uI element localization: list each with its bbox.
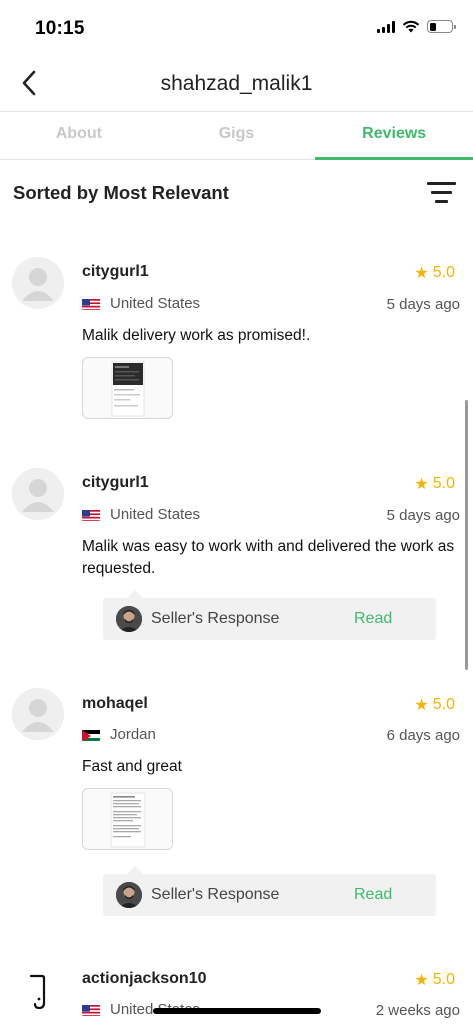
reviewer-name[interactable]: actionjackson10 bbox=[82, 970, 207, 988]
review-date: 6 days ago bbox=[386, 727, 460, 744]
review-text: Malik was easy to work with and delivere… bbox=[82, 538, 455, 577]
country-label: Jordan bbox=[110, 726, 156, 743]
seller-avatar bbox=[116, 606, 142, 632]
star-icon: ★ bbox=[414, 697, 429, 714]
star-icon: ★ bbox=[414, 476, 429, 493]
star-icon: ★ bbox=[414, 265, 429, 282]
rating: ★ 5.0 bbox=[414, 695, 455, 715]
filter-icon[interactable] bbox=[427, 182, 456, 204]
sort-label: Sorted by Most Relevant bbox=[13, 182, 229, 203]
jordan-flag-icon bbox=[82, 729, 100, 741]
rating-value: 5.0 bbox=[432, 475, 455, 492]
reviewer-country: Jordan bbox=[82, 726, 156, 743]
read-response-link[interactable]: Read bbox=[354, 610, 392, 628]
battery-icon bbox=[427, 20, 456, 33]
tab-gigs[interactable]: Gigs bbox=[158, 112, 316, 159]
tab-bar: About Gigs Reviews bbox=[0, 112, 473, 160]
review-text: Fast and great bbox=[82, 758, 182, 775]
seller-avatar bbox=[116, 882, 142, 908]
reviewer-country: United States bbox=[82, 506, 200, 523]
rating-value: 5.0 bbox=[432, 696, 455, 713]
rating: ★ 5.0 bbox=[414, 263, 455, 283]
avatar[interactable] bbox=[12, 257, 64, 309]
read-response-link[interactable]: Read bbox=[354, 886, 392, 904]
attachment-thumbnail[interactable] bbox=[82, 788, 173, 850]
tab-about[interactable]: About bbox=[0, 112, 158, 159]
reviewer-name[interactable]: mohaqel bbox=[82, 695, 148, 713]
nav-header: shahzad_malik1 bbox=[0, 58, 473, 112]
rating-value: 5.0 bbox=[432, 264, 455, 281]
us-flag-icon bbox=[82, 298, 100, 310]
reviewer-country: United States bbox=[82, 295, 200, 312]
review-date: 5 days ago bbox=[386, 507, 460, 524]
seller-response-label: Seller's Response bbox=[151, 610, 280, 627]
country-label: United States bbox=[110, 506, 201, 523]
rating: ★ 5.0 bbox=[414, 474, 455, 494]
rating: ★ 5.0 bbox=[414, 970, 455, 990]
attachment-thumbnail[interactable] bbox=[82, 357, 173, 419]
home-indicator[interactable] bbox=[153, 1008, 321, 1014]
signal-icon bbox=[377, 20, 395, 33]
review-text: Malik delivery work as promised!. bbox=[82, 327, 311, 344]
star-icon: ★ bbox=[414, 972, 429, 989]
seller-response[interactable]: Seller's Response Read bbox=[103, 866, 436, 916]
avatar[interactable] bbox=[12, 688, 64, 740]
seller-response[interactable]: Seller's Response Read bbox=[103, 590, 436, 640]
review-date: 5 days ago bbox=[386, 296, 460, 313]
rating-value: 5.0 bbox=[432, 971, 455, 988]
country-label: United States bbox=[110, 295, 201, 312]
status-icons bbox=[377, 20, 456, 33]
status-bar: 10:15 bbox=[0, 0, 473, 58]
sort-row: Sorted by Most Relevant bbox=[0, 160, 473, 224]
status-time: 10:15 bbox=[35, 18, 85, 39]
us-flag-icon bbox=[82, 1004, 100, 1016]
reviewer-name[interactable]: citygurl1 bbox=[82, 474, 149, 492]
seller-response-label: Seller's Response bbox=[151, 886, 280, 903]
wifi-icon bbox=[402, 20, 420, 33]
scrollbar[interactable] bbox=[465, 400, 468, 670]
tab-reviews[interactable]: Reviews bbox=[315, 112, 473, 160]
us-flag-icon bbox=[82, 509, 100, 521]
avatar[interactable] bbox=[12, 963, 64, 1015]
avatar[interactable] bbox=[12, 468, 64, 520]
review-date: 2 weeks ago bbox=[375, 1002, 460, 1019]
reviewer-name[interactable]: citygurl1 bbox=[82, 263, 149, 281]
page-title: shahzad_malik1 bbox=[160, 72, 313, 95]
